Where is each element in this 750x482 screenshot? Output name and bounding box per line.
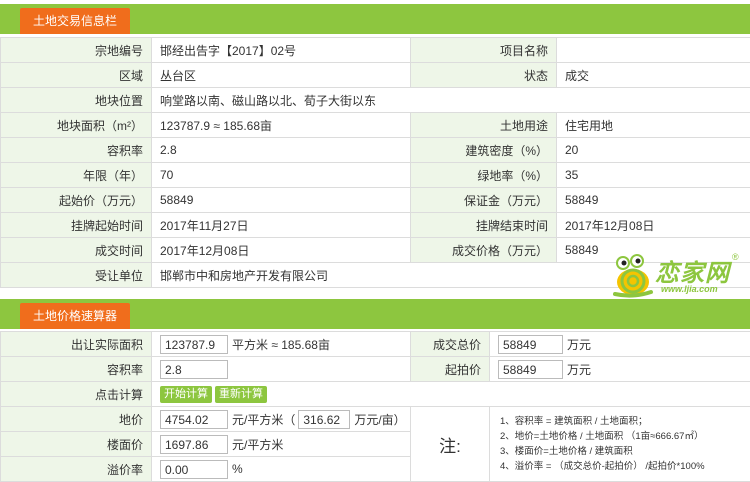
plot-ratio-label: 容积率 bbox=[1, 138, 152, 163]
start-price-label: 起始价（万元） bbox=[1, 188, 152, 213]
premium-rate-output[interactable]: 0.00 bbox=[160, 460, 228, 479]
start-price-input-label: 起拍价 bbox=[411, 357, 490, 382]
note-item: 4、溢价率 = （成交总价-起拍价） /起拍价*100% bbox=[500, 459, 750, 474]
area-input-label: 出让实际面积 bbox=[1, 332, 152, 357]
deal-time-value: 2017年12月08日 bbox=[152, 238, 411, 263]
building-density-label: 建筑密度（%） bbox=[411, 138, 557, 163]
floor-price-output[interactable]: 1697.86 bbox=[160, 435, 228, 454]
premium-rate-unit: % bbox=[232, 462, 243, 476]
registered-mark: ® bbox=[732, 252, 739, 262]
deposit-value: 58849 bbox=[557, 188, 750, 213]
status-value: 成交 bbox=[557, 63, 750, 88]
green-ratio-label: 绿地率（%） bbox=[411, 163, 557, 188]
land-price-output[interactable]: 4754.02 bbox=[160, 410, 228, 429]
table-row: 地块位置 响堂路以南、磁山路以北、荀子大街以东 bbox=[1, 88, 750, 113]
start-price-value: 58849 bbox=[152, 188, 411, 213]
table-row: 年限（年） 70 绿地率（%） 35 bbox=[1, 163, 750, 188]
start-price-unit: 万元 bbox=[567, 363, 591, 377]
reset-calc-button[interactable]: 重新计算 bbox=[215, 386, 267, 403]
building-density-value: 20 bbox=[557, 138, 750, 163]
ljia-logo[interactable]: 恋家网 ® www.ljia.com bbox=[611, 252, 741, 298]
plot-ratio-input[interactable]: 2.8 bbox=[160, 360, 228, 379]
table-row: 容积率 2.8 起拍价 58849 万元 bbox=[1, 357, 750, 382]
project-name-label: 项目名称 bbox=[411, 38, 557, 63]
logo-url-text: www.ljia.com bbox=[661, 284, 718, 294]
location-value: 响堂路以南、磁山路以北、荀子大街以东 bbox=[152, 88, 750, 113]
table-row: 容积率 2.8 建筑密度（%） 20 bbox=[1, 138, 750, 163]
land-info-table: 宗地编号 邯经出告字【2017】02号 项目名称 区域 丛台区 状态 成交 地块… bbox=[0, 37, 750, 288]
note-item: 2、地价=土地价格 / 土地面积 （1亩≈666.67㎡） bbox=[500, 429, 750, 444]
land-use-label: 土地用途 bbox=[411, 113, 557, 138]
note-label: 注: bbox=[411, 407, 490, 482]
total-price-input[interactable]: 58849 bbox=[498, 335, 563, 354]
buyer-label: 受让单位 bbox=[1, 263, 152, 288]
plot-ratio-value: 2.8 bbox=[152, 138, 411, 163]
land-price-label: 地价 bbox=[1, 407, 152, 432]
term-label: 年限（年） bbox=[1, 163, 152, 188]
parcel-number-label: 宗地编号 bbox=[1, 38, 152, 63]
district-label: 区域 bbox=[1, 63, 152, 88]
land-price-per-mu-output[interactable]: 316.62 bbox=[298, 410, 350, 429]
table-row: 区域 丛台区 状态 成交 bbox=[1, 63, 750, 88]
table-row: 挂牌起始时间 2017年11月27日 挂牌结束时间 2017年12月08日 bbox=[1, 213, 750, 238]
table-row: 出让实际面积 123787.9 平方米 ≈ 185.68亩 成交总价 58849 万… bbox=[1, 332, 750, 357]
note-item: 1、容积率 = 建筑面积 / 土地面积； bbox=[500, 414, 750, 429]
deposit-label: 保证金（万元） bbox=[411, 188, 557, 213]
table-row: 地价 4754.02元/平方米（316.62万元/亩） 注: 1、容积率 = 建… bbox=[1, 407, 750, 432]
total-price-unit: 万元 bbox=[567, 338, 591, 352]
area-input[interactable]: 123787.9 bbox=[160, 335, 228, 354]
calc-section-title: 土地价格速算器 bbox=[20, 303, 130, 329]
land-price-unit: 元/平方米（ bbox=[232, 413, 295, 427]
click-calc-label: 点击计算 bbox=[1, 382, 152, 407]
listing-start-label: 挂牌起始时间 bbox=[1, 213, 152, 238]
status-label: 状态 bbox=[411, 63, 557, 88]
listing-end-label: 挂牌结束时间 bbox=[411, 213, 557, 238]
calc-header-bar: 土地价格速算器 bbox=[0, 299, 750, 329]
listing-start-value: 2017年11月27日 bbox=[152, 213, 411, 238]
term-value: 70 bbox=[152, 163, 411, 188]
land-price-mu-unit: 万元/亩） bbox=[354, 413, 405, 427]
calculator-table: 出让实际面积 123787.9 平方米 ≈ 185.68亩 成交总价 58849 万… bbox=[0, 331, 750, 482]
green-ratio-value: 35 bbox=[557, 163, 750, 188]
floor-price-unit: 元/平方米 bbox=[232, 438, 283, 452]
land-use-value: 住宅用地 bbox=[557, 113, 750, 138]
ratio-input-label: 容积率 bbox=[1, 357, 152, 382]
table-row: 起始价（万元） 58849 保证金（万元） 58849 bbox=[1, 188, 750, 213]
notes-list: 1、容积率 = 建筑面积 / 土地面积； 2、地价=土地价格 / 土地面积 （1… bbox=[490, 407, 750, 482]
start-price-input[interactable]: 58849 bbox=[498, 360, 563, 379]
area-label: 地块面积（m²） bbox=[1, 113, 152, 138]
logo-brand-text: 恋家网 bbox=[655, 253, 730, 288]
note-item: 3、楼面价=土地价格 / 建筑面积 bbox=[500, 444, 750, 459]
area-value: 123787.9 ≈ 185.68亩 bbox=[152, 113, 411, 138]
info-section-title: 土地交易信息栏 bbox=[20, 8, 130, 34]
table-row: 宗地编号 邯经出告字【2017】02号 项目名称 bbox=[1, 38, 750, 63]
total-price-label: 成交总价 bbox=[411, 332, 490, 357]
project-name-value bbox=[557, 38, 750, 63]
area-unit: 平方米 ≈ 185.68亩 bbox=[232, 338, 330, 352]
deal-price-label: 成交价格（万元） bbox=[411, 238, 557, 263]
table-row: 地块面积（m²） 123787.9 ≈ 185.68亩 土地用途 住宅用地 bbox=[1, 113, 750, 138]
location-label: 地块位置 bbox=[1, 88, 152, 113]
listing-end-value: 2017年12月08日 bbox=[557, 213, 750, 238]
district-value: 丛台区 bbox=[152, 63, 411, 88]
parcel-number-value: 邯经出告字【2017】02号 bbox=[152, 38, 411, 63]
info-header-bar: 土地交易信息栏 bbox=[0, 4, 750, 34]
deal-time-label: 成交时间 bbox=[1, 238, 152, 263]
start-calc-button[interactable]: 开始计算 bbox=[160, 386, 212, 403]
floor-price-label: 楼面价 bbox=[1, 432, 152, 457]
table-row: 点击计算 开始计算重新计算 bbox=[1, 382, 750, 407]
